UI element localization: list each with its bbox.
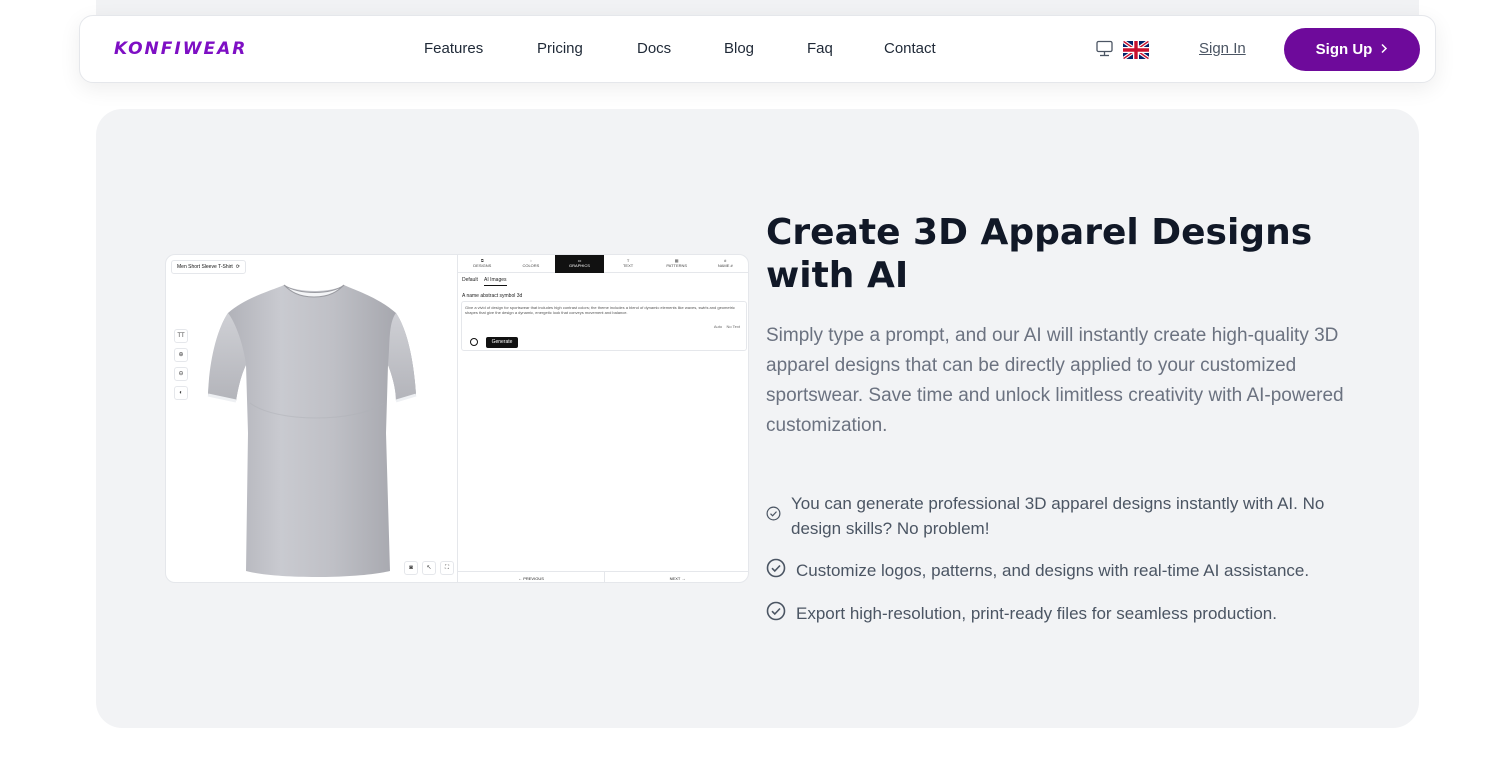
prompt-text: Give a vivid of design for sportswear th… (465, 305, 735, 315)
prompt-input[interactable]: Give a vivid of design for sportswear th… (461, 301, 747, 351)
tab-patterns[interactable]: ▦ PATTERNS (652, 255, 701, 273)
hero-title: Create 3D Apparel Designs with AI (766, 211, 1326, 297)
camera-icon[interactable]: ◙ (404, 561, 418, 575)
panel-footer: ← PREVIOUS NEXT → (458, 571, 748, 582)
uk-flag-icon[interactable] (1123, 41, 1149, 59)
tshirt-3d-model[interactable] (206, 283, 421, 579)
zoom-out-icon[interactable]: ⊖ (174, 367, 188, 381)
feature-text: You can generate professional 3D apparel… (791, 494, 1325, 538)
hero-description: Simply type a prompt, and our AI will in… (766, 325, 1344, 436)
tab-colors[interactable]: ◌ COLORS (507, 255, 556, 273)
3d-viewer: Men Short Sleeve T-Shirt ⟳ TT ⊕ ⊖ ◐ ◙ ↖ … (166, 255, 458, 582)
check-circle-icon (766, 506, 781, 526)
navbar: KONFIWEAR Features Pricing Docs Blog Faq… (79, 15, 1436, 83)
option-no-text[interactable]: No Text (727, 324, 741, 329)
tab-label: GRAPHICS (569, 263, 590, 268)
option-auto[interactable]: Auto (714, 324, 722, 329)
tab-label: COLORS (522, 263, 540, 268)
tab-label: TEXT (622, 263, 634, 268)
feature-item: Customize logos, patterns, and designs w… (766, 558, 1309, 583)
fullscreen-icon[interactable]: ⛶ (440, 561, 454, 575)
nav-link-features[interactable]: Features (424, 40, 483, 57)
next-button[interactable]: NEXT → (604, 572, 748, 582)
subtab-ai-images[interactable]: AI Images (484, 277, 507, 286)
refresh-icon: ⟳ (235, 264, 240, 270)
settings-icon[interactable] (470, 338, 478, 346)
monitor-icon[interactable] (1096, 40, 1113, 58)
check-circle-icon (766, 601, 786, 626)
check-circle-icon (766, 558, 786, 583)
sign-up-label: Sign Up (1315, 41, 1373, 58)
tab-designs[interactable]: ⧉ DESIGNS (458, 255, 507, 273)
app-preview-screenshot: Men Short Sleeve T-Shirt ⟳ TT ⊕ ⊖ ◐ ◙ ↖ … (165, 254, 749, 583)
nav-link-faq[interactable]: Faq (807, 40, 833, 57)
design-tabs: ⧉ DESIGNS ◌ COLORS ▭ GRAPHICS T TEXT ▦ PATTER… (458, 255, 748, 273)
feature-text: Customize logos, patterns, and designs w… (796, 561, 1310, 580)
hero-title-line1: Create 3D Apparel Designs (766, 212, 1313, 253)
sign-in-link[interactable]: Sign In (1199, 40, 1246, 57)
hero-section: Men Short Sleeve T-Shirt ⟳ TT ⊕ ⊖ ◐ ◙ ↖ … (96, 109, 1419, 728)
hero-title-line2: with AI (766, 255, 909, 296)
tab-name-number[interactable]: # NAME # (701, 255, 748, 273)
cursor-icon[interactable]: ↖ (422, 561, 436, 575)
contrast-icon[interactable]: ◐ (174, 386, 188, 400)
nav-link-blog[interactable]: Blog (724, 40, 754, 57)
feature-text: Export high-resolution, print-ready file… (796, 604, 1277, 623)
tab-label: DESIGNS (473, 263, 492, 268)
prompt-options: Auto No Text (714, 324, 740, 329)
tab-graphics[interactable]: ▭ GRAPHICS (555, 255, 604, 273)
tab-label: PATTERNS (666, 263, 688, 268)
chevron-right-icon (1380, 41, 1388, 58)
product-name: Men Short Sleeve T-Shirt (177, 264, 233, 270)
sign-up-button[interactable]: Sign Up (1284, 28, 1420, 71)
zoom-in-icon[interactable]: ⊕ (174, 348, 188, 362)
generate-button[interactable]: Generate (486, 337, 518, 348)
product-selector[interactable]: Men Short Sleeve T-Shirt ⟳ (171, 260, 246, 274)
previous-button[interactable]: ← PREVIOUS (458, 572, 604, 582)
tab-label: NAME # (717, 263, 733, 268)
nav-link-contact[interactable]: Contact (884, 40, 936, 57)
feature-item: You can generate professional 3D apparel… (766, 491, 1351, 541)
prompt-label: A name abstract symbol 3d (462, 293, 523, 299)
feature-item: Export high-resolution, print-ready file… (766, 601, 1277, 626)
text-size-icon[interactable]: TT (174, 329, 188, 343)
tab-text[interactable]: T TEXT (604, 255, 653, 273)
nav-link-pricing[interactable]: Pricing (537, 40, 583, 57)
design-panel: ⧉ DESIGNS ◌ COLORS ▭ GRAPHICS T TEXT ▦ PATTER… (458, 255, 748, 582)
subtab-default[interactable]: Default (462, 277, 478, 285)
brand-logo[interactable]: KONFIWEAR (114, 39, 247, 59)
nav-link-docs[interactable]: Docs (637, 40, 671, 57)
